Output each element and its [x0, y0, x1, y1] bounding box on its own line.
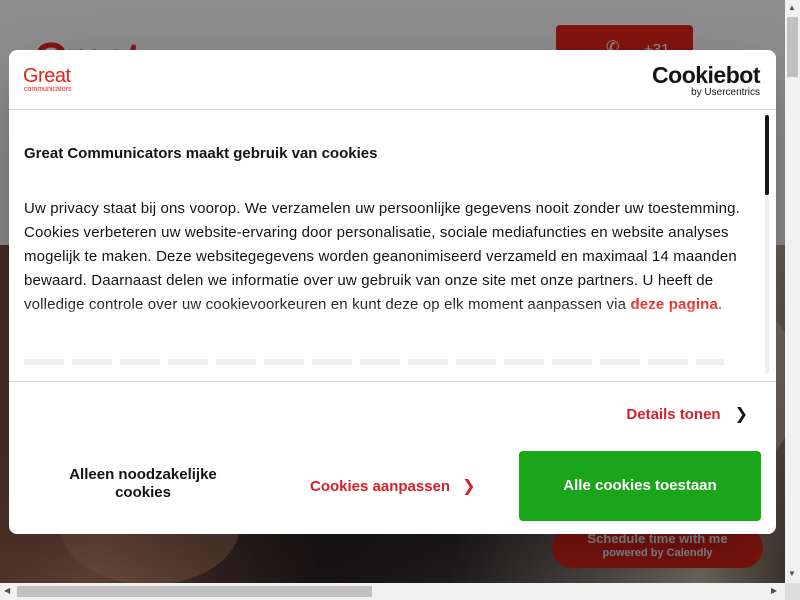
cookiebot-logo[interactable]: Cookiebot by Usercentrics [652, 63, 760, 98]
dialog-header: Great communicators Cookiebot by Usercen… [9, 50, 776, 110]
necessary-only-button[interactable]: Alleen noodzakelijke cookies [54, 466, 232, 502]
horizontal-scrollbar[interactable]: ◀ ▶ [0, 583, 785, 600]
customize-cookies-button[interactable]: Cookies aanpassen ❯ [310, 476, 475, 496]
vertical-scroll-thumb[interactable] [787, 17, 798, 77]
customize-label: Cookies aanpassen [310, 478, 451, 495]
chevron-right-icon: ❯ [462, 478, 476, 495]
scroll-down-icon[interactable]: ▼ [788, 569, 796, 578]
details-label: Details tonen [626, 406, 721, 423]
dialog-body: Great Communicators maakt gebruik van co… [9, 111, 776, 381]
dialog-title: Great Communicators maakt gebruik van co… [24, 145, 378, 162]
chevron-right-icon: ❯ [734, 406, 748, 423]
scroll-up-icon[interactable]: ▲ [788, 3, 796, 12]
text-fade [9, 301, 776, 381]
scroll-left-icon[interactable]: ◀ [4, 586, 10, 595]
logo-main-text: Great [23, 65, 71, 87]
scroll-right-icon[interactable]: ▶ [771, 586, 777, 595]
great-communicators-logo: Great communicators [23, 66, 71, 94]
details-toggle[interactable]: Details tonen ❯ [626, 404, 748, 424]
faded-text-line [24, 359, 724, 365]
logo-sub-text: communicators [24, 86, 72, 93]
cookiebot-sub-text: by Usercentrics [691, 87, 760, 98]
horizontal-scroll-thumb[interactable] [17, 586, 372, 597]
dialog-footer: Details tonen ❯ Alleen noodzakelijke cook… [9, 381, 776, 534]
dialog-description: Uw privacy staat bij ons voorop. We verz… [24, 197, 754, 317]
allow-all-button[interactable]: Alle cookies toestaan [519, 451, 761, 521]
scrollbar-corner [785, 583, 800, 600]
cookie-consent-dialog: Great communicators Cookiebot by Usercen… [9, 50, 776, 534]
vertical-scrollbar[interactable]: ▲ ▼ [785, 0, 800, 583]
cookiebot-main-text: Cookiebot [652, 62, 760, 88]
dialog-scroll-thumb[interactable] [765, 115, 769, 195]
